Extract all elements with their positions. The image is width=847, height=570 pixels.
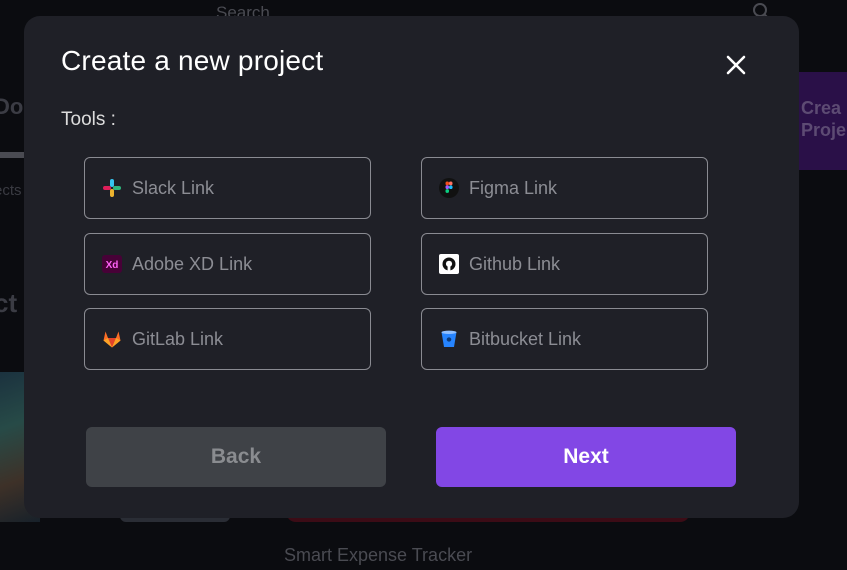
modal-title: Create a new project — [61, 45, 324, 76]
adobe-xd-link-input[interactable]: Xd Adobe XD Link — [84, 233, 371, 295]
bg-nav-text: Do — [0, 94, 24, 119]
bitbucket-icon — [438, 328, 460, 350]
create-project-line1: Crea — [801, 98, 842, 118]
tools-label: Tools : — [61, 109, 116, 130]
close-icon[interactable] — [724, 53, 748, 77]
adobe-xd-icon: Xd — [101, 253, 123, 275]
adobe-xd-icon-text: Xd — [106, 260, 119, 271]
figma-link-placeholder: Figma Link — [469, 177, 558, 198]
bg-nav-subtext: ects — [0, 182, 22, 199]
figma-link-input[interactable]: Figma Link — [421, 157, 708, 219]
figma-icon — [438, 177, 460, 199]
gitlab-link-input[interactable]: GitLab Link — [84, 308, 371, 370]
gitlab-icon — [101, 328, 123, 350]
bitbucket-link-placeholder: Bitbucket Link — [469, 328, 582, 349]
slack-icon — [101, 177, 123, 199]
create-project-modal: Create a new project Tools : Slack Link — [24, 16, 799, 518]
github-link-placeholder: Github Link — [469, 253, 561, 274]
create-project-line2: Proje — [801, 120, 847, 140]
github-icon — [438, 253, 460, 275]
github-link-input[interactable]: Github Link — [421, 233, 708, 295]
back-button[interactable]: Back — [86, 427, 386, 487]
slack-link-placeholder: Slack Link — [132, 177, 215, 198]
next-button[interactable]: Next — [436, 427, 736, 487]
bg-section-heading: ct — [0, 288, 18, 318]
gitlab-link-placeholder: GitLab Link — [132, 328, 224, 349]
adobe-xd-link-placeholder: Adobe XD Link — [132, 253, 253, 274]
bg-project-title: Smart Expense Tracker — [284, 545, 473, 565]
slack-link-input[interactable]: Slack Link — [84, 157, 371, 219]
bitbucket-link-input[interactable]: Bitbucket Link — [421, 308, 708, 370]
